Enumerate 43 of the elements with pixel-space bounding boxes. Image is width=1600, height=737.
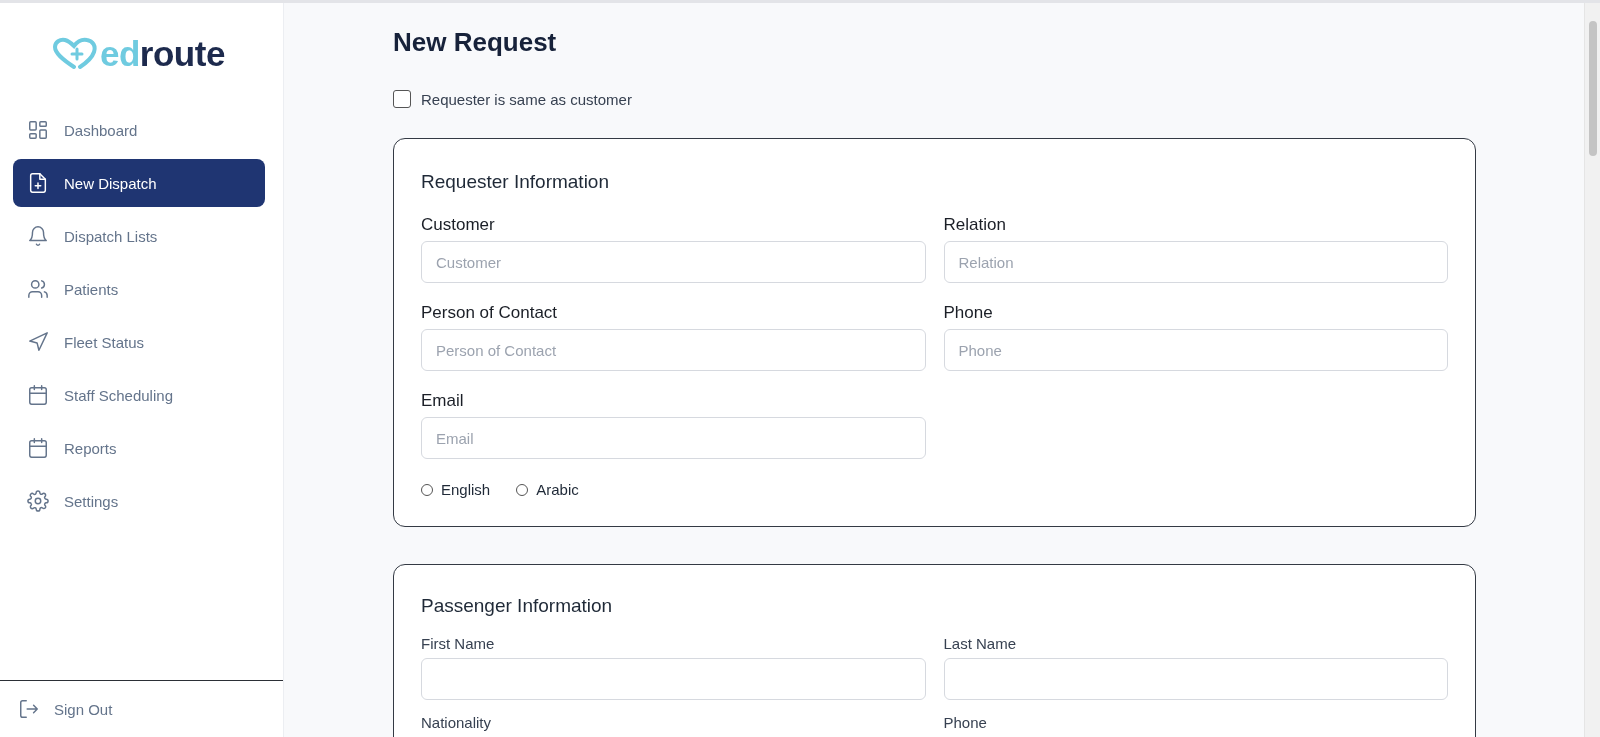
- sidebar-item[interactable]: Settings: [13, 477, 265, 525]
- checkbox[interactable]: [393, 90, 411, 108]
- logo-text: edroute: [100, 34, 225, 74]
- field-label: Nationality: [421, 714, 493, 731]
- field-label: Phone: [943, 714, 988, 731]
- settings-icon: [27, 490, 49, 512]
- field-label: Person of Contact: [421, 303, 559, 323]
- grid-icon: [27, 119, 49, 141]
- field-label: Email: [421, 391, 465, 411]
- heart-plus-icon: [52, 37, 98, 71]
- sign-out-link[interactable]: Sign Out: [18, 698, 113, 720]
- sidebar-item[interactable]: Fleet Status: [13, 318, 265, 366]
- radio-label: Arabic: [536, 481, 579, 498]
- sidebar-item[interactable]: Staff Scheduling: [13, 371, 265, 419]
- radio-label: English: [441, 481, 491, 498]
- radio-button[interactable]: [421, 483, 433, 496]
- calendar-icon: [27, 384, 49, 406]
- field-label: Last Name: [943, 635, 1018, 652]
- text-field[interactable]: Person of Contact: [421, 329, 926, 371]
- sign-out-icon: [18, 698, 40, 720]
- sidebar-item[interactable]: Dispatch Lists: [13, 212, 265, 260]
- sidebar-item[interactable]: New Dispatch: [13, 159, 265, 207]
- text-field[interactable]: Email: [421, 417, 926, 459]
- field-label: Relation: [943, 215, 1007, 235]
- field-label: First Name: [421, 635, 496, 652]
- section-title: Passenger Information: [421, 595, 614, 617]
- checkbox-label: Requester is same as customer: [421, 90, 632, 108]
- bell-icon: [27, 225, 49, 247]
- radio-button[interactable]: [516, 483, 529, 496]
- text-field[interactable]: Customer: [421, 241, 926, 283]
- sidebar-item[interactable]: Patients: [13, 265, 265, 313]
- users-icon: [27, 278, 49, 300]
- navigation-arrow-icon: [27, 331, 49, 353]
- file-plus-icon: [27, 172, 49, 194]
- text-field[interactable]: Relation: [943, 241, 1448, 283]
- field-label: Customer: [421, 215, 496, 235]
- sidebar-item[interactable]: Dashboard: [13, 106, 265, 154]
- calendar-icon: [27, 437, 49, 459]
- text-field[interactable]: Phone: [943, 329, 1448, 371]
- sidebar-item[interactable]: Reports: [13, 424, 265, 472]
- page-title: New Request: [393, 27, 558, 59]
- section-title: Requester Information: [421, 171, 610, 193]
- field-label: Phone: [943, 303, 994, 323]
